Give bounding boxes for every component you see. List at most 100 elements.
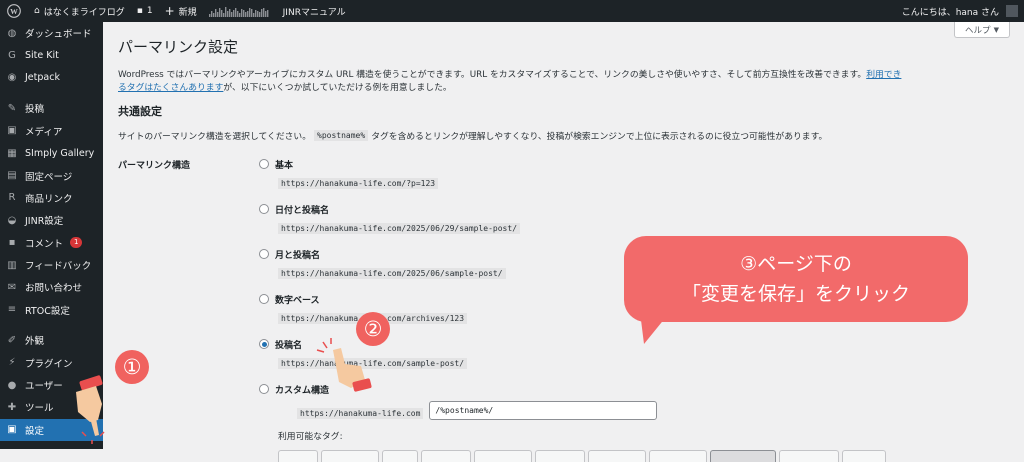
comments-link[interactable]: ▪ 1 bbox=[131, 0, 159, 22]
permalink-option-row[interactable]: 日付と投稿名 bbox=[259, 202, 959, 216]
sidebar-item[interactable]: ▦ SImply Gallery bbox=[0, 142, 103, 164]
sidebar-item[interactable]: R 商品リンク bbox=[0, 187, 103, 209]
sidebar-item[interactable]: ◉ Jetpack bbox=[0, 67, 103, 89]
permalink-radio[interactable] bbox=[259, 294, 269, 304]
new-label: 新規 bbox=[178, 7, 197, 18]
sidebar-item-label: 商品リンク bbox=[25, 193, 73, 205]
sidebar-item-label: プラグイン bbox=[25, 358, 73, 370]
caret-down-icon: ▼ bbox=[993, 25, 999, 34]
permalink-option-label: 日付と投稿名 bbox=[275, 205, 330, 216]
menu-separator bbox=[0, 89, 103, 97]
rtoc-icon: ≡ bbox=[7, 304, 17, 316]
mail-icon: ✉ bbox=[7, 281, 17, 293]
permalink-example-url: https://hanakuma-life.com/?p=123 bbox=[278, 178, 439, 189]
permalink-example-url: https://hanakuma-life.com/2025/06/29/sam… bbox=[278, 223, 521, 234]
tag-button[interactable] bbox=[649, 450, 707, 462]
user-icon: ● bbox=[7, 379, 17, 391]
sidebar-item-label: フィードバック bbox=[25, 261, 92, 273]
permalink-radio[interactable] bbox=[259, 204, 269, 214]
sidebar-item[interactable]: ▥ フィードバック bbox=[0, 254, 103, 276]
jinr-manual-link[interactable]: JINRマニュアル bbox=[277, 0, 352, 22]
help-tab-button[interactable]: ヘルプ ▼ bbox=[954, 22, 1010, 38]
custom-structure-input[interactable]: /%postname%/ bbox=[429, 401, 658, 420]
permalink-radio[interactable] bbox=[259, 159, 269, 169]
sidebar-item[interactable]: ◍ ダッシュボード bbox=[0, 22, 103, 44]
tag-button[interactable] bbox=[710, 450, 776, 462]
sidebar-item[interactable]: ▤ 固定ページ bbox=[0, 164, 103, 186]
tag-button[interactable] bbox=[421, 450, 471, 462]
permalink-option-label: 基本 bbox=[275, 160, 294, 171]
sidebar-item-label: Site Kit bbox=[25, 50, 59, 62]
permalink-option-row[interactable]: 基本 bbox=[259, 157, 959, 171]
permalink-option: 基本 https://hanakuma-life.com/?p=123 bbox=[259, 157, 959, 202]
avatar bbox=[1006, 5, 1018, 17]
sidebar-item-label: Jetpack bbox=[25, 72, 60, 84]
sidebar-item-label: ダッシュボード bbox=[25, 29, 92, 41]
permalink-radio[interactable] bbox=[259, 384, 269, 394]
permalink-option-label: 投稿名 bbox=[275, 340, 303, 351]
comment-icon: ▪ bbox=[136, 6, 143, 16]
callout-line1: ③ページ下の bbox=[740, 253, 852, 275]
tool-icon: ✚ bbox=[7, 401, 17, 413]
desc-after: タグを含めるとリンクが理解しやすくなり、投稿が検索エンジンで上位に表示されるのに… bbox=[371, 132, 828, 142]
jinr-manual-label: JINRマニュアル bbox=[282, 7, 346, 18]
media-icon: ▣ bbox=[7, 125, 17, 137]
my-account-link[interactable]: こんにちは、hana さん bbox=[896, 0, 1024, 22]
comment-count-badge: 1 bbox=[70, 237, 83, 249]
dashboard-icon: ◍ bbox=[7, 27, 17, 39]
permalink-example-url: https://hanakuma-life.com/2025/06/sample… bbox=[278, 268, 506, 279]
stats-sparkline[interactable] bbox=[203, 0, 277, 22]
custom-base-url: https://hanakuma-life.com bbox=[297, 408, 424, 419]
pointing-hand-icon bbox=[316, 338, 372, 392]
sidebar-item[interactable]: ▪ コメント 1 bbox=[0, 232, 103, 254]
sidebar-item[interactable]: ◒ JINR設定 bbox=[0, 209, 103, 231]
jinr-icon: ◒ bbox=[7, 214, 17, 226]
permalink-option-label: 月と投稿名 bbox=[275, 250, 321, 261]
tag-button[interactable] bbox=[535, 450, 585, 462]
sidebar-item-label: RTOC設定 bbox=[25, 305, 70, 317]
sidebar-item-label: ユーザー bbox=[25, 381, 63, 393]
new-content-link[interactable]: + 新規 bbox=[159, 0, 203, 22]
sidebar-item-label: お問い合わせ bbox=[25, 283, 83, 295]
sidebar-item[interactable]: ✐ 外観 bbox=[0, 329, 103, 351]
available-tags-label: 利用可能なタグ: bbox=[278, 432, 343, 442]
pointing-hand-icon bbox=[76, 375, 105, 444]
site-name: はなくまライフログ bbox=[43, 7, 125, 18]
postname-code: %postname% bbox=[314, 130, 369, 141]
help-label: ヘルプ bbox=[965, 25, 991, 36]
pin-icon: ✎ bbox=[7, 102, 17, 114]
appearance-icon: ✐ bbox=[7, 334, 17, 346]
plus-icon: + bbox=[164, 4, 175, 18]
tag-button[interactable] bbox=[474, 450, 532, 462]
menu-separator bbox=[0, 321, 103, 329]
wordpress-logo-icon[interactable]: W bbox=[0, 0, 28, 22]
tag-button[interactable] bbox=[321, 450, 379, 462]
jetpack-icon: ◉ bbox=[7, 72, 17, 84]
tag-button[interactable] bbox=[278, 450, 318, 462]
sidebar-item[interactable]: ✎ 投稿 bbox=[0, 97, 103, 119]
page-title: パーマリンク設定 bbox=[118, 38, 239, 56]
tag-button[interactable] bbox=[779, 450, 839, 462]
intro-text: WordPress ではパーマリンクやアーカイブにカスタム URL 構造を使うこ… bbox=[118, 69, 908, 95]
sidebar-item[interactable]: ✉ お問い合わせ bbox=[0, 276, 103, 298]
sidebar-item-label: コメント bbox=[25, 238, 64, 250]
permalink-option-label: 数字ベース bbox=[275, 295, 320, 306]
step1-badge: ① bbox=[115, 350, 149, 384]
sidebar-item-label: ツール bbox=[25, 403, 54, 415]
intro-text-part1: WordPress ではパーマリンクやアーカイブにカスタム URL 構造を使うこ… bbox=[118, 70, 867, 80]
sidebar-item[interactable]: ≡ RTOC設定 bbox=[0, 299, 103, 321]
site-name-link[interactable]: ⌂ はなくまライフログ bbox=[28, 0, 131, 22]
permalink-radio[interactable] bbox=[259, 339, 269, 349]
section-description: サイトのパーマリンク構造を選択してください。 %postname% タグを含める… bbox=[118, 129, 1024, 142]
tag-button[interactable] bbox=[842, 450, 886, 462]
comments-count: 1 bbox=[146, 6, 153, 16]
tag-button[interactable] bbox=[588, 450, 646, 462]
svg-text:W: W bbox=[10, 7, 18, 16]
callout-bubble: ③ページ下の 「変更を保存」をクリック bbox=[624, 236, 968, 322]
permalink-radio[interactable] bbox=[259, 249, 269, 259]
tag-button[interactable] bbox=[382, 450, 418, 462]
sidebar-item-label: 外観 bbox=[25, 336, 45, 348]
sidebar-item[interactable]: G Site Kit bbox=[0, 44, 103, 66]
sidebar-item[interactable]: ▣ メディア bbox=[0, 120, 103, 142]
desc-before: サイトのパーマリンク構造を選択してください。 bbox=[118, 132, 312, 142]
